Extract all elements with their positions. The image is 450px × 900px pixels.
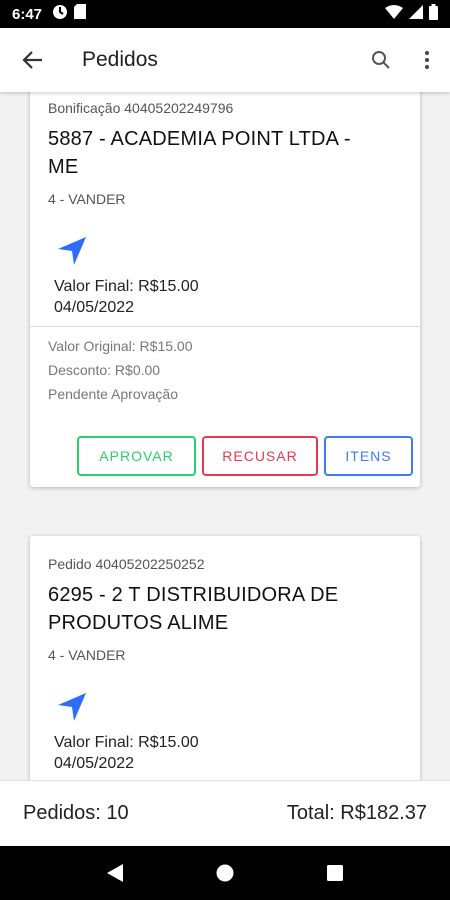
- system-back-button[interactable]: [95, 853, 135, 893]
- wifi-icon: [385, 4, 403, 24]
- order-date: 04/05/2022: [54, 755, 135, 772]
- page-title: Pedidos: [82, 48, 158, 71]
- navigation-arrow-icon: [58, 693, 86, 721]
- navigation-button[interactable]: [56, 691, 88, 723]
- recents-square-icon: [327, 865, 343, 881]
- orders-list[interactable]: Bonificação 40405202249796 5887 - ACADEM…: [0, 92, 450, 780]
- order-label: Pedido 40405202250252: [48, 556, 205, 572]
- back-button[interactable]: [0, 28, 64, 92]
- status-time: 6:47: [12, 5, 43, 23]
- order-label: Bonificação 40405202249796: [48, 100, 234, 116]
- order-status: Pendente Aprovação: [48, 386, 178, 402]
- seller: 4 - VANDER: [48, 191, 126, 207]
- valor-original: Valor Original: R$15.00: [48, 338, 193, 354]
- app-bar: Pedidos: [0, 28, 450, 92]
- home-circle-icon: [216, 864, 234, 882]
- desconto: Desconto: R$0.00: [48, 362, 161, 378]
- system-home-button[interactable]: [205, 853, 245, 893]
- seller: 4 - VANDER: [48, 647, 126, 663]
- navigation-arrow-icon: [58, 237, 86, 265]
- divider: [30, 326, 420, 327]
- order-date: 04/05/2022: [54, 299, 135, 316]
- system-recents-button[interactable]: [315, 853, 355, 893]
- order-card[interactable]: Pedido 40405202250252 6295 - 2 T DISTRIB…: [30, 536, 420, 780]
- summary-footer: Pedidos: 10 Total: R$182.37: [0, 780, 450, 846]
- signal-icon: [409, 4, 423, 24]
- search-icon: [372, 51, 390, 69]
- valor-final: Valor Final: R$15.00: [54, 278, 199, 295]
- battery-icon: [429, 3, 438, 25]
- client-name: 6295 - 2 T DISTRIBUIDORA DE: [48, 584, 339, 606]
- items-button[interactable]: ITENS: [324, 436, 413, 476]
- client-name-cont: PRODUTOS ALIME: [48, 612, 229, 634]
- more-vert-icon: [425, 51, 429, 69]
- sd-card-icon: [74, 4, 87, 24]
- approve-button[interactable]: APROVAR: [77, 436, 196, 476]
- system-nav-bar: [0, 846, 450, 900]
- orders-total: Total: R$182.37: [286, 802, 427, 824]
- back-triangle-icon: [107, 864, 123, 882]
- sync-icon: [52, 4, 68, 25]
- back-arrow-icon: [22, 51, 42, 69]
- search-button[interactable]: [358, 28, 404, 92]
- client-name: 5887 - ACADEMIA POINT LTDA -: [48, 128, 351, 150]
- status-bar: 6:47: [0, 0, 450, 28]
- valor-final: Valor Final: R$15.00: [54, 734, 199, 751]
- orders-count: Pedidos: 10: [23, 802, 129, 824]
- navigation-button[interactable]: [56, 235, 88, 267]
- reject-button[interactable]: RECUSAR: [202, 436, 318, 476]
- client-name-cont: ME: [48, 156, 79, 178]
- order-card[interactable]: Bonificação 40405202249796 5887 - ACADEM…: [30, 92, 420, 487]
- more-options-button[interactable]: [404, 28, 450, 92]
